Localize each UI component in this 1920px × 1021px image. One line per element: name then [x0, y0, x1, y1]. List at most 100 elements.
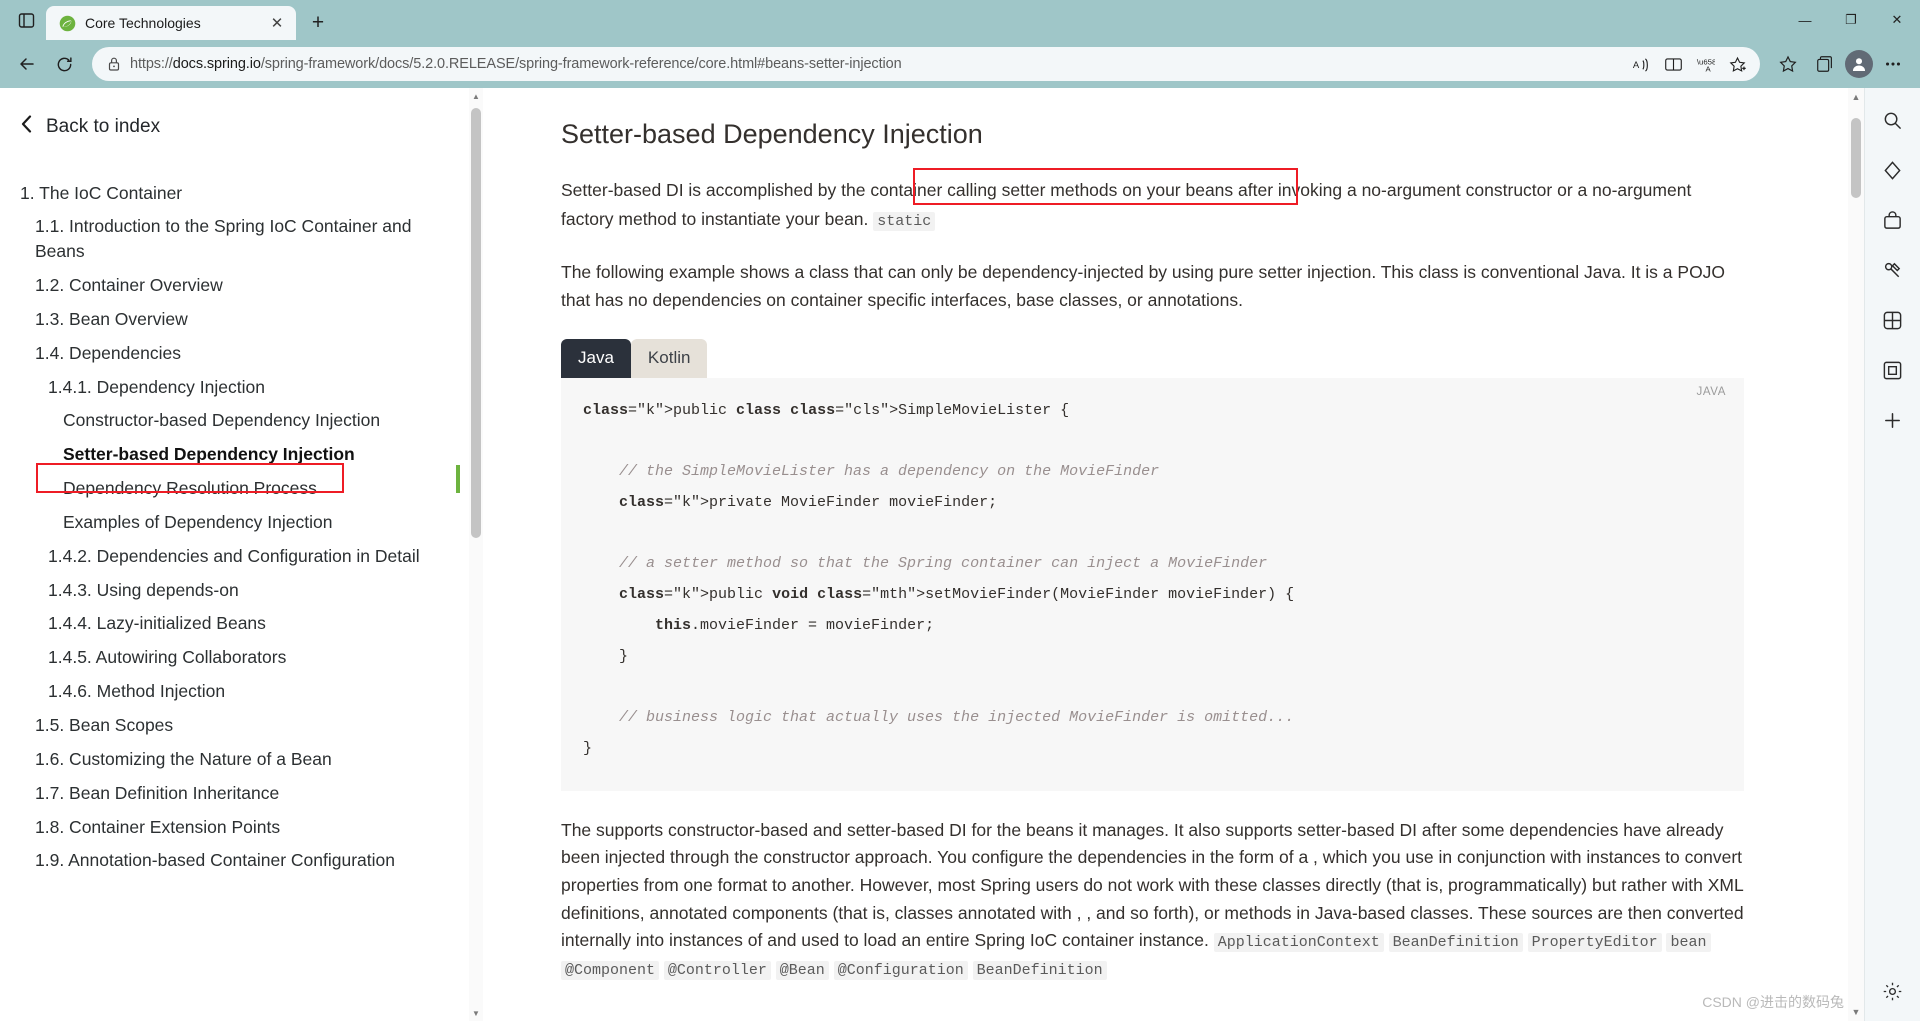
maximize-button[interactable]: ❐ — [1828, 0, 1874, 40]
browser-window: Core Technologies ✕ + — ❐ ✕ https://docs… — [0, 0, 1920, 1021]
sidebar-item-label: 1.4.1. Dependency Injection — [48, 376, 265, 397]
address-bar[interactable]: https://docs.spring.io/spring-framework/… — [92, 47, 1760, 81]
tab-kotlin[interactable]: Kotlin — [630, 338, 708, 378]
page-viewport: Back to index 1. The IoC Container 1.1. I… — [0, 88, 1920, 1021]
svg-text:A: A — [1632, 59, 1639, 70]
tab-close-icon[interactable]: ✕ — [266, 12, 288, 34]
add-favorite-icon[interactable] — [1722, 50, 1752, 78]
settings-and-more-button[interactable] — [1876, 47, 1910, 81]
profile-avatar[interactable] — [1845, 50, 1873, 78]
sidebar-item-label: 1.5. Bean Scopes — [35, 715, 174, 735]
page-title: Setter-based Dependency Injection — [561, 119, 983, 149]
add-sidebar-icon[interactable] — [1875, 402, 1911, 438]
sidebar-item-16[interactable]: 1.6. Customizing the Nature of a Bean — [0, 742, 483, 776]
discover-icon[interactable] — [1875, 152, 1911, 188]
tab-strip: Core Technologies ✕ + — ❐ ✕ — [0, 0, 1920, 40]
back-to-index-label: Back to index — [46, 116, 161, 137]
table-of-contents: 1. The IoC Container 1.1. Introduction to… — [0, 176, 483, 878]
office-icon[interactable] — [1875, 352, 1911, 388]
sidebar-settings-icon[interactable] — [1875, 973, 1911, 1009]
new-tab-button[interactable]: + — [301, 8, 335, 38]
article-container: Setter-based Dependency Injection Setter… — [483, 88, 1864, 1021]
sidebar-item-5[interactable]: 1.4.1. Dependency Injection — [0, 370, 483, 404]
lock-icon — [104, 56, 124, 72]
omnibox-actions: A \u6587 A — [1626, 50, 1752, 78]
current-section-marker — [456, 465, 460, 493]
sidebar-item-label: 1.7. Bean Definition Inheritance — [35, 782, 280, 803]
window-controls: — ❐ ✕ — [1782, 0, 1920, 40]
code-language-badge: JAVA — [1696, 385, 1726, 398]
reload-button[interactable] — [47, 47, 81, 81]
sidebar-item-2[interactable]: 1.2. Container Overview — [0, 269, 483, 303]
shopping-icon[interactable] — [1875, 202, 1911, 238]
tools-icon[interactable] — [1875, 252, 1911, 288]
inline-code-4: @Component — [561, 960, 660, 980]
sidebar-item-9[interactable]: Examples of Dependency Injection — [0, 505, 483, 539]
sidebar-scroll-down-icon[interactable]: ▼ — [469, 1005, 483, 1021]
sidebar-item-label: 1.1. Introduction to the Spring IoC Cont… — [35, 216, 412, 262]
edge-sidebar — [1864, 88, 1920, 1021]
main-scroll-down-icon[interactable]: ▼ — [1848, 1003, 1864, 1021]
sidebar-item-label: 1.6. Customizing the Nature of a Bean — [35, 748, 332, 769]
sidebar-scroll-up-icon[interactable]: ▲ — [469, 88, 483, 104]
inline-code-1: BeanDefinition — [1388, 933, 1523, 953]
collections-button[interactable] — [1808, 47, 1842, 81]
sidebar-item-label: Constructor-based Dependency Injection — [63, 410, 381, 431]
sidebar-item-18[interactable]: 1.8. Container Extension Points — [0, 810, 483, 844]
immersive-reader-icon[interactable] — [1658, 50, 1688, 78]
sidebar-item-6[interactable]: Constructor-based Dependency Injection — [0, 404, 483, 438]
sidebar-item-label: 1.4.2. Dependencies and Configuration in… — [48, 545, 420, 566]
web-content: Back to index 1. The IoC Container 1.1. I… — [0, 88, 1864, 1021]
inline-code-7: @Configuration — [833, 960, 968, 980]
code-content[interactable]: class="k">public class class="cls">Simpl… — [583, 396, 1722, 765]
minimize-button[interactable]: — — [1782, 0, 1828, 40]
sidebar-item-0[interactable]: 1. The IoC Container — [0, 176, 483, 210]
svg-text:A: A — [1705, 64, 1711, 73]
tab-actions-icon[interactable] — [6, 3, 46, 37]
inline-code-0: ApplicationContext — [1213, 933, 1384, 953]
intro-paragraph-1: Setter-based DI is accomplished by the c… — [561, 176, 1744, 234]
tab-title: Core Technologies — [85, 15, 201, 31]
browser-toolbar: https://docs.spring.io/spring-framework/… — [0, 40, 1920, 88]
code-language-tabs: Java Kotlin — [561, 338, 1744, 378]
sidebar-item-14[interactable]: 1.4.6. Method Injection — [0, 675, 483, 709]
main-scrollbar[interactable]: ▲ ▼ — [1848, 88, 1864, 1021]
sidebar-item-3[interactable]: 1.3. Bean Overview — [0, 302, 483, 336]
sidebar-item-label: 1.3. Bean Overview — [35, 308, 188, 329]
sidebar-item-label: 1.4.5. Autowiring Collaborators — [48, 647, 287, 668]
sidebar-item-8[interactable]: Dependency Resolution Process — [0, 472, 483, 506]
sidebar-item-15[interactable]: 1.5. Bean Scopes — [0, 709, 483, 743]
tab-java[interactable]: Java — [561, 338, 631, 378]
sidebar-item-label: 1.8. Container Extension Points — [35, 816, 281, 837]
close-window-button[interactable]: ✕ — [1874, 0, 1920, 40]
favorites-button[interactable] — [1771, 47, 1805, 81]
sidebar-scrollbar[interactable]: ▲ ▼ — [469, 88, 483, 1021]
search-icon[interactable] — [1875, 102, 1911, 138]
code-block: JAVA class="k">public class class="cls">… — [561, 377, 1744, 791]
main-scroll-thumb[interactable] — [1851, 118, 1861, 198]
sidebar-item-label: Setter-based Dependency Injection — [63, 444, 355, 465]
inline-code-5: @Controller — [663, 960, 771, 980]
sidebar-item-17[interactable]: 1.7. Bean Definition Inheritance — [0, 776, 483, 810]
main-scroll-up-icon[interactable]: ▲ — [1848, 88, 1864, 106]
sidebar-item-4[interactable]: 1.4. Dependencies — [0, 336, 483, 370]
games-icon[interactable] — [1875, 302, 1911, 338]
sidebar-item-label: 1.4. Dependencies — [35, 342, 181, 363]
sidebar-item-19[interactable]: 1.9. Annotation-based Container Configur… — [0, 844, 483, 878]
docs-sidebar: Back to index 1. The IoC Container 1.1. I… — [0, 88, 483, 1021]
back-to-index-link[interactable]: Back to index — [0, 114, 483, 140]
sidebar-item-11[interactable]: 1.4.3. Using depends-on — [0, 573, 483, 607]
sidebar-item-10[interactable]: 1.4.2. Dependencies and Configuration in… — [0, 539, 483, 573]
back-button[interactable] — [10, 47, 44, 81]
sidebar-scroll-thumb[interactable] — [471, 108, 481, 538]
sidebar-item-13[interactable]: 1.4.5. Autowiring Collaborators — [0, 641, 483, 675]
read-aloud-icon[interactable]: A — [1626, 50, 1656, 78]
article: Setter-based Dependency Injection Setter… — [483, 88, 1864, 983]
sidebar-item-label: 1.2. Container Overview — [35, 275, 223, 296]
inline-code-2: PropertyEditor — [1527, 933, 1662, 953]
sidebar-item-7[interactable]: Setter-based Dependency Injection — [0, 438, 483, 472]
translate-icon[interactable]: \u6587 A — [1690, 50, 1720, 78]
sidebar-item-1[interactable]: 1.1. Introduction to the Spring IoC Cont… — [0, 210, 483, 269]
browser-tab[interactable]: Core Technologies ✕ — [46, 6, 296, 40]
sidebar-item-12[interactable]: 1.4.4. Lazy-initialized Beans — [0, 607, 483, 641]
